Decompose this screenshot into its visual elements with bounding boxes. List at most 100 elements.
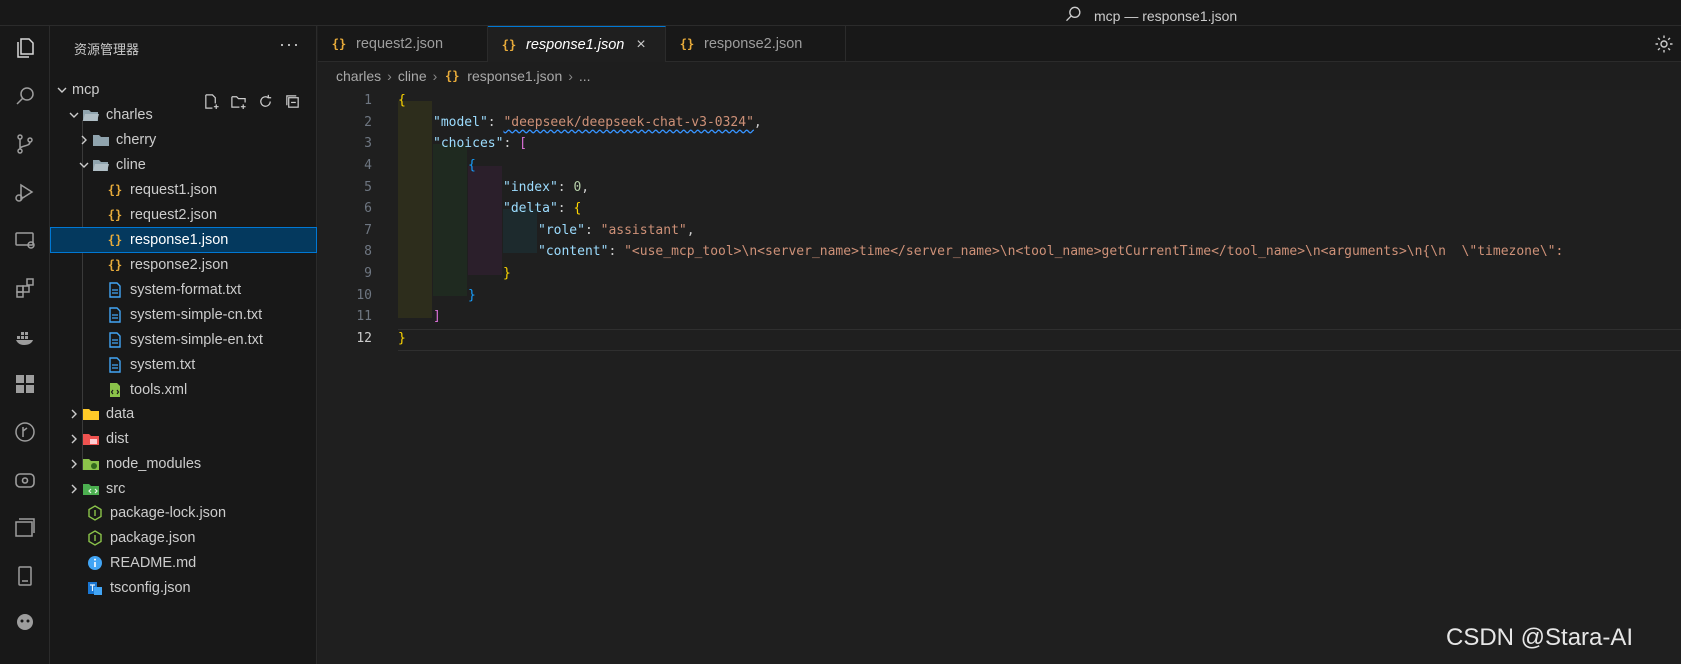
tree-label: package.json <box>110 530 196 546</box>
folder-icon <box>92 132 110 148</box>
tree-label: system-simple-cn.txt <box>130 307 263 323</box>
code-token: { <box>573 201 582 217</box>
code-line: 12} <box>318 328 1681 350</box>
editor-tabs: {} request2.json {} response1.json × {} … <box>318 26 1681 62</box>
breadcrumb-item[interactable]: ... <box>579 68 591 84</box>
run-debug-icon[interactable] <box>11 178 39 206</box>
tree-file-package-lock[interactable]: package-lock.json <box>50 500 317 526</box>
line-number: 7 <box>364 222 372 238</box>
tablet-icon[interactable] <box>11 562 39 590</box>
tree-label: tsconfig.json <box>110 580 191 596</box>
tree-file-response2[interactable]: {} response2.json <box>50 252 317 278</box>
code-line: 4{ <box>318 155 1681 177</box>
docker-icon[interactable] <box>11 322 39 350</box>
code-line: 10} <box>318 284 1681 306</box>
chevron-right-icon: › <box>387 68 392 84</box>
tree-file-response1[interactable]: {} response1.json <box>50 227 317 253</box>
breadcrumb-item[interactable]: charles <box>336 68 381 84</box>
code-content: ] <box>433 306 441 328</box>
tree-label: system-format.txt <box>130 282 242 298</box>
code-token: "deepseek/deepseek-chat-v3-0324" <box>503 114 754 130</box>
code-token: , <box>581 179 590 195</box>
tree-label: node_modules <box>106 456 202 472</box>
tree-file-system-simple-en[interactable]: system-simple-en.txt <box>50 327 317 353</box>
folder-dist-icon <box>82 431 100 447</box>
tree-label: README.md <box>110 555 197 571</box>
tree-label: tools.xml <box>130 382 188 398</box>
tree-label: cline <box>116 157 146 173</box>
tree-folder-data[interactable]: data <box>50 401 317 427</box>
code-token: : <box>557 201 574 217</box>
tree-label: charles <box>106 107 153 123</box>
search-icon <box>1064 4 1084 27</box>
tree-file-system-format[interactable]: system-format.txt <box>50 277 317 303</box>
tree-folder-src[interactable]: src <box>50 476 317 502</box>
tree-label: data <box>106 406 135 422</box>
files-icon[interactable] <box>11 34 39 62</box>
line-number: 5 <box>364 179 372 195</box>
extensions-icon[interactable] <box>11 274 39 302</box>
chevron-right-icon <box>66 481 82 497</box>
activity-bar <box>0 26 50 664</box>
chevron-down-icon <box>76 157 92 173</box>
tree-file-request2[interactable]: {} request2.json <box>50 202 317 228</box>
more-actions-icon[interactable]: ··· <box>279 34 300 55</box>
tab-response1[interactable]: {} response1.json × <box>488 26 666 62</box>
code-content: { <box>468 155 476 177</box>
folder-open-icon <box>92 157 110 173</box>
tree-file-system-simple-cn[interactable]: system-simple-cn.txt <box>50 302 317 328</box>
code-token: "delta" <box>503 201 558 217</box>
code-editor[interactable]: 1{2 "model": "deepseek/deepseek-chat-v3-0… <box>318 90 1681 664</box>
window-icon[interactable] <box>11 514 39 542</box>
source-control-icon[interactable] <box>11 130 39 158</box>
line-number: 2 <box>364 114 372 130</box>
git-graph-icon[interactable] <box>11 418 39 446</box>
tree-folder-cherry[interactable]: cherry <box>50 127 317 153</box>
code-content: } <box>503 263 511 285</box>
code-token: { <box>398 93 406 109</box>
tree-file-tsconfig[interactable]: tsconfig.json <box>50 575 317 601</box>
chevron-right-icon <box>76 132 92 148</box>
text-file-icon <box>106 282 124 298</box>
code-token: { <box>468 158 476 174</box>
line-number: 9 <box>364 266 372 282</box>
tree-folder-charles[interactable]: charles <box>50 102 317 128</box>
tree-file-package[interactable]: package.json <box>50 525 317 551</box>
tree-label: package-lock.json <box>110 505 227 521</box>
tree-folder-node-modules[interactable]: node_modules <box>50 451 317 477</box>
tree-file-tools-xml[interactable]: tools.xml <box>50 377 317 403</box>
grid-icon[interactable] <box>11 370 39 398</box>
line-number: 6 <box>364 201 372 217</box>
close-icon[interactable]: × <box>636 36 645 54</box>
text-file-icon <box>106 332 124 348</box>
chevron-down-icon <box>54 82 70 98</box>
gear-icon[interactable] <box>1654 34 1674 59</box>
tree-file-request1[interactable]: {} request1.json <box>50 177 317 203</box>
remote-explorer-icon[interactable] <box>11 226 39 254</box>
search-icon[interactable] <box>11 82 39 110</box>
line-number: 8 <box>364 244 372 260</box>
tab-request2[interactable]: {} request2.json <box>318 26 488 62</box>
tab-response2[interactable]: {} response2.json <box>666 26 846 62</box>
cline-icon[interactable] <box>11 606 39 634</box>
tree-file-system[interactable]: system.txt <box>50 352 317 378</box>
line-number: 3 <box>364 136 372 152</box>
json-file-icon: {} <box>107 258 123 272</box>
breadcrumb-item[interactable]: response1.json <box>467 68 562 84</box>
code-token: "index" <box>503 179 558 195</box>
database-icon[interactable] <box>11 466 39 494</box>
code-token: "<use_mcp_tool>\n<server_name>time</serv… <box>624 244 1564 260</box>
folder-src-icon <box>82 481 100 497</box>
breadcrumb-item[interactable]: cline <box>398 68 427 84</box>
code-content: "content": "<use_mcp_tool>\n<server_name… <box>538 241 1563 263</box>
code-token: } <box>468 287 476 303</box>
tab-label: request2.json <box>356 36 444 52</box>
tree-folder-cline[interactable]: cline <box>50 152 317 178</box>
code-content: } <box>468 284 476 306</box>
tree-folder-dist[interactable]: dist <box>50 426 317 452</box>
tree-label: dist <box>106 431 129 447</box>
chevron-right-icon: › <box>568 68 573 84</box>
tree-file-readme[interactable]: README.md <box>50 550 317 576</box>
code-token: "content" <box>538 244 609 260</box>
command-center[interactable]: mcp — response1.json <box>1064 4 1237 27</box>
